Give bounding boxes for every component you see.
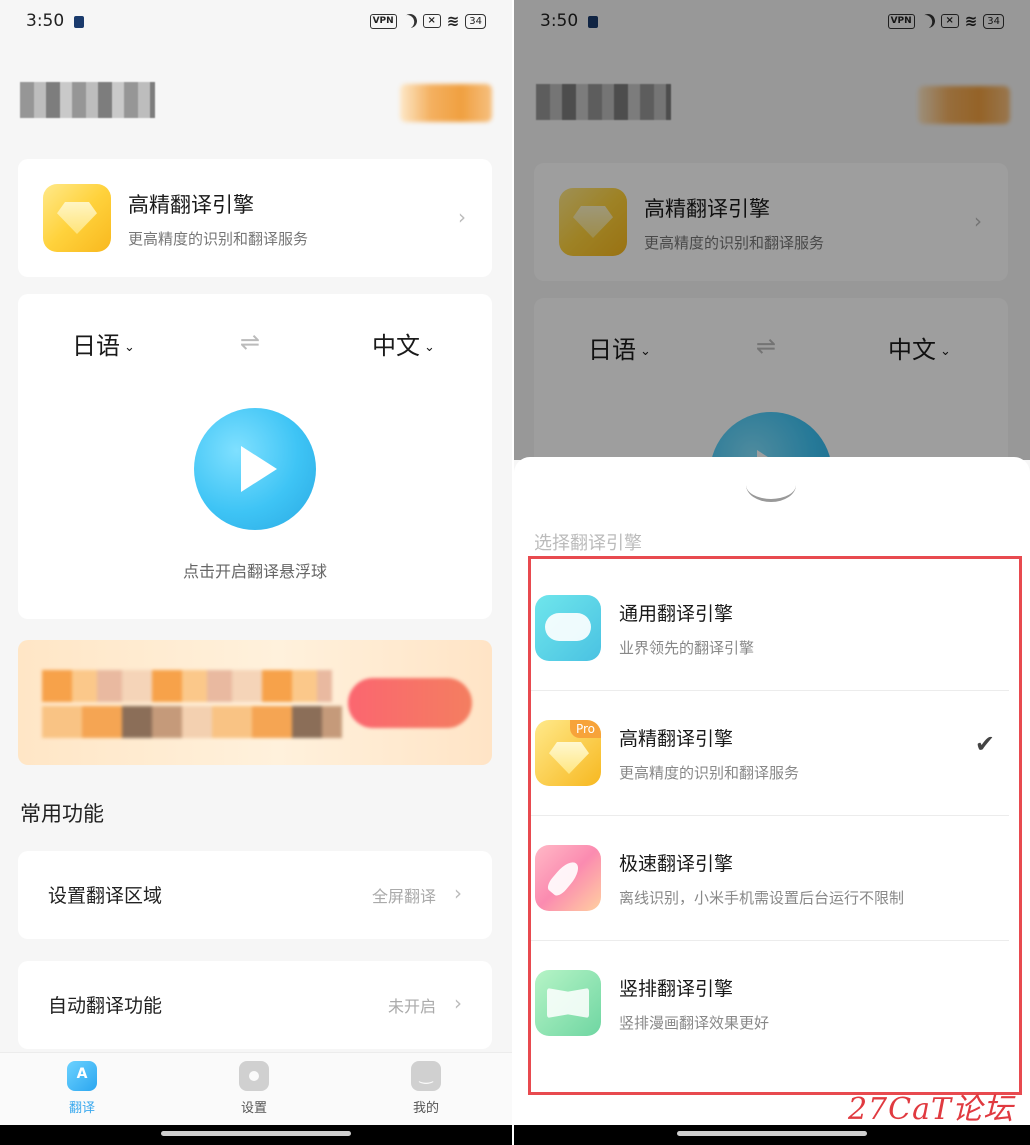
option-title: 高精翻译引擎: [619, 728, 734, 750]
watermark: 27CaT论坛: [847, 1092, 1014, 1127]
status-time: 3:50: [26, 11, 65, 31]
blurred-badge[interactable]: [400, 84, 492, 122]
option-title: 极速翻译引擎: [619, 853, 734, 875]
chevron-down-icon: ⌄: [124, 339, 135, 355]
engine-option-general[interactable]: 通用翻译引擎 业界领先的翻译引擎: [531, 567, 1009, 691]
language-card: 日语 ⌄ ⇌ 中文 ⌄ 点击开启翻译悬浮球: [18, 294, 492, 619]
sim-off-icon: ×: [422, 14, 441, 28]
status-icons: VPN × ≋ 34: [369, 12, 486, 30]
notification-icon: [74, 16, 84, 28]
translate-icon: [67, 1061, 97, 1091]
rocket-icon: [535, 845, 601, 911]
tab-label: 设置: [240, 1101, 267, 1116]
face-icon: [411, 1061, 441, 1091]
target-language-label: 中文: [372, 332, 420, 360]
blurred-username: [20, 82, 155, 118]
diamond-icon: [43, 184, 111, 252]
swap-language-button[interactable]: ⇌: [240, 328, 260, 356]
vpn-icon: VPN: [369, 13, 397, 29]
source-language-label: 日语: [72, 332, 120, 360]
home-indicator[interactable]: [677, 1131, 867, 1136]
function-auto-translate[interactable]: 自动翻译功能 未开启 ›: [18, 961, 492, 1049]
source-language-select[interactable]: 日语 ⌄: [72, 326, 135, 361]
function-value: 未开启: [387, 997, 436, 1016]
sheet-title: 选择翻译引擎: [534, 533, 642, 554]
blurred-banner-subtext: [42, 706, 342, 738]
pro-badge: Pro: [569, 720, 601, 738]
battery-icon: 34: [465, 13, 486, 29]
engine-option-vertical[interactable]: 竖排翻译引擎 竖排漫画翻译效果更好: [531, 942, 1009, 1066]
tab-profile[interactable]: 我的: [386, 1061, 466, 1116]
tab-settings[interactable]: 设置: [214, 1061, 294, 1116]
option-desc: 更高精度的识别和翻译服务: [619, 764, 800, 782]
divider: [531, 815, 1009, 816]
function-label: 设置翻译区域: [48, 885, 163, 907]
option-desc: 竖排漫画翻译效果更好: [619, 1014, 770, 1032]
gear-icon: [239, 1061, 269, 1091]
modal-backdrop[interactable]: [514, 0, 1030, 460]
status-bar: 3:50 VPN × ≋ 34: [0, 0, 512, 44]
promo-banner[interactable]: [18, 640, 492, 765]
system-nav-bar: [0, 1125, 512, 1145]
function-label: 自动翻译功能: [48, 995, 163, 1017]
tab-label: 翻译: [68, 1101, 95, 1116]
chevron-down-icon: ⌄: [424, 339, 435, 355]
target-language-select[interactable]: 中文 ⌄: [372, 326, 435, 361]
collapse-handle-icon[interactable]: [746, 485, 796, 502]
option-desc: 离线识别，小米手机需设置后台运行不限制: [619, 889, 905, 907]
engine-option-fast[interactable]: 极速翻译引擎 离线识别，小米手机需设置后台运行不限制: [531, 817, 1009, 941]
chevron-right-icon: ›: [454, 991, 462, 1015]
divider: [531, 690, 1009, 691]
engine-desc: 更高精度的识别和翻译服务: [128, 230, 309, 248]
gamepad-icon: [535, 595, 601, 661]
tab-translate[interactable]: 翻译: [42, 1061, 122, 1116]
play-hint: 点击开启翻译悬浮球: [182, 562, 327, 581]
option-title: 通用翻译引擎: [619, 603, 734, 625]
diamond-icon: Pro: [535, 720, 601, 786]
main-screen: 3:50 VPN × ≋ 34 高精翻译引擎 更高精度的识别和翻译服务 › 日语…: [0, 0, 512, 1145]
engine-select-sheet: 选择翻译引擎 通用翻译引擎 业界领先的翻译引擎 Pro 高精翻译引擎 更高精度的…: [514, 457, 1030, 1125]
section-title: 常用功能: [20, 802, 104, 826]
divider: [531, 940, 1009, 941]
system-nav-bar: [514, 1125, 1030, 1145]
start-floating-ball-button[interactable]: [194, 408, 316, 530]
engine-card[interactable]: 高精翻译引擎 更高精度的识别和翻译服务 ›: [18, 159, 492, 277]
function-translate-area[interactable]: 设置翻译区域 全屏翻译 ›: [18, 851, 492, 939]
engine-option-precise[interactable]: Pro 高精翻译引擎 更高精度的识别和翻译服务 ✔: [531, 692, 1009, 816]
function-value: 全屏翻译: [371, 887, 436, 906]
blurred-banner-button[interactable]: [348, 678, 472, 728]
chevron-right-icon: ›: [458, 205, 466, 229]
wifi-icon: ≋: [446, 12, 460, 30]
check-icon: ✔: [974, 730, 995, 758]
tab-label: 我的: [412, 1101, 439, 1116]
engine-select-screen: 3:50 VPN × ≋ 34 高精翻译引擎 更高精度的识别和翻译服务 › 日语…: [514, 0, 1030, 1145]
engine-title: 高精翻译引擎: [128, 193, 254, 217]
home-indicator[interactable]: [161, 1131, 351, 1136]
blurred-banner-text: [42, 670, 332, 702]
option-title: 竖排翻译引擎: [619, 978, 734, 1000]
bottom-tab-bar: 翻译 设置 我的: [0, 1052, 512, 1125]
chevron-right-icon: ›: [454, 881, 462, 905]
book-icon: [535, 970, 601, 1036]
moon-icon: [401, 12, 419, 30]
option-desc: 业界领先的翻译引擎: [619, 639, 755, 657]
